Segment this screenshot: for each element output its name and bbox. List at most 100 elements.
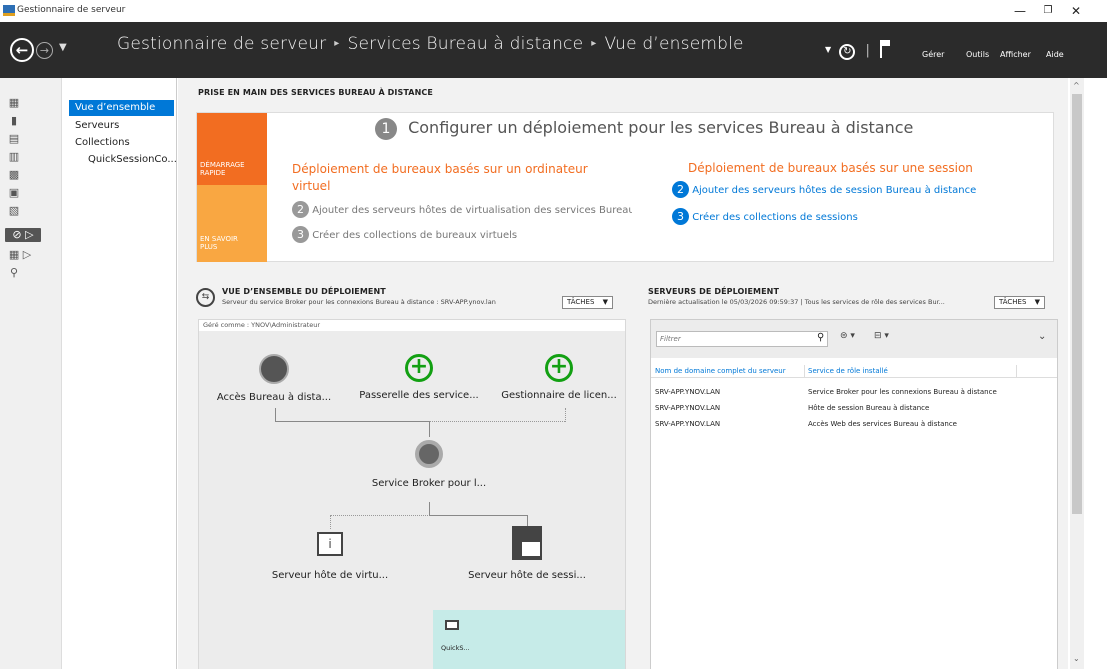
- print-services-icon[interactable]: ▣: [5, 186, 23, 200]
- node-rd-session-host-label: Serveur hôte de sessi...: [468, 570, 586, 581]
- tree-item-quicksession[interactable]: QuickSessionCo...: [82, 152, 177, 168]
- vm-step2-number: 2: [292, 201, 309, 218]
- session-step3-number: 3: [672, 208, 689, 225]
- row-fqdn: SRV-APP.YNOV.LAN: [655, 420, 721, 428]
- deployment-tasks-button[interactable]: TÂCHES ▼: [562, 296, 614, 309]
- deployment-diagram: Géré comme : YNOV\Administrateur Accès B…: [198, 319, 626, 669]
- session-step3: 3 Créer des collections de sessions: [672, 208, 858, 225]
- table-row[interactable]: SRV-APP.YNOV.LAN Service Broker pour les…: [651, 385, 1057, 399]
- local-server-icon[interactable]: ▮: [5, 114, 23, 128]
- session-step2-link[interactable]: Ajouter des serveurs hôtes de session Bu…: [692, 185, 976, 196]
- connector-line: [275, 421, 429, 422]
- header-bar: ← → ▼ Gestionnaire de serveur ▸ Services B…: [0, 22, 1107, 78]
- group-options-icon[interactable]: ⊟ ▾: [874, 331, 889, 341]
- close-button[interactable]: ✕: [1062, 2, 1090, 20]
- menu-outils[interactable]: Outils: [966, 50, 989, 59]
- server-manager-app-icon: [3, 5, 15, 16]
- iis-icon[interactable]: ▩: [5, 168, 23, 182]
- row-fqdn: SRV-APP.YNOV.LAN: [655, 404, 721, 412]
- deployment-icon: ⇆: [196, 288, 215, 307]
- expand-chevron-icon[interactable]: ⌄: [1038, 331, 1046, 342]
- step1-text: Configurer un déploiement pour les servi…: [408, 118, 914, 137]
- servers-subtitle: Dernière actualisation le 05/03/2026 09:…: [648, 298, 945, 306]
- scrollbar-thumb[interactable]: [1072, 94, 1082, 514]
- deployment-subtitle: Serveur du service Broker pour les conne…: [222, 298, 496, 306]
- menu-gerer[interactable]: Gérer: [922, 50, 944, 59]
- deployment-title: VUE D’ENSEMBLE DU DÉPLOIEMENT: [222, 287, 386, 296]
- filter-input[interactable]: [656, 331, 828, 347]
- filter-options-icon[interactable]: ⊜ ▾: [840, 331, 855, 341]
- breadcrumb: Gestionnaire de serveur ▸ Services Bureau …: [117, 34, 744, 54]
- step1-number: 1: [375, 118, 397, 140]
- node-rd-broker[interactable]: Service Broker pour l...: [359, 440, 499, 489]
- session-step3-link[interactable]: Créer des collections de sessions: [692, 212, 858, 223]
- refresh-icon[interactable]: ↻: [839, 44, 856, 60]
- menu-afficher[interactable]: Afficher: [1000, 50, 1031, 59]
- dashboard-icon[interactable]: ▦: [5, 96, 23, 110]
- forward-arrow-icon[interactable]: →: [36, 42, 53, 59]
- table-header: Nom de domaine complet du serveur Servic…: [651, 363, 1057, 378]
- column-divider: [804, 365, 805, 377]
- info-icon: i: [317, 532, 343, 556]
- vm-step3-text[interactable]: Créer des collections de bureaux virtuel…: [312, 230, 517, 241]
- vertical-scrollbar[interactable]: ^ ⌄: [1070, 78, 1084, 669]
- file-services-icon[interactable]: ▥: [5, 150, 23, 164]
- add-plus-icon: +: [405, 354, 433, 382]
- minimize-button[interactable]: —: [1006, 2, 1034, 20]
- tree-item-overview[interactable]: Vue d’ensemble: [69, 100, 174, 116]
- vm-step2-text[interactable]: Ajouter des serveurs hôtes de virtualisa…: [312, 205, 632, 216]
- breadcrumb-rds[interactable]: Services Bureau à distance: [348, 34, 584, 54]
- wsus-icon[interactable]: ▦ ▷: [5, 248, 35, 262]
- node-rd-licensing[interactable]: + Gestionnaire de licen...: [494, 354, 624, 401]
- remote-desktop-services-icon[interactable]: ⊘ ▷: [5, 228, 41, 242]
- all-servers-icon[interactable]: ▤: [5, 132, 23, 146]
- table-row[interactable]: SRV-APP.YNOV.LAN Hôte de session Bureau …: [651, 401, 1057, 415]
- servers-tasks-label: TÂCHES: [999, 298, 1027, 306]
- connector-line: [429, 515, 527, 516]
- breadcrumb-server-manager[interactable]: Gestionnaire de serveur: [117, 34, 326, 54]
- connector-line: [429, 421, 430, 437]
- learn-more-tile[interactable]: EN SAVOIR PLUS: [197, 185, 267, 262]
- servers-tasks-button[interactable]: TÂCHES ▼: [994, 296, 1046, 309]
- tree-item-servers[interactable]: Serveurs: [69, 118, 119, 134]
- session-collection-box[interactable]: QuickS...: [433, 610, 625, 669]
- quickstart-tile-label: DÉMARRAGE RAPIDE: [200, 161, 245, 177]
- history-dropdown-icon[interactable]: ▼: [59, 42, 67, 53]
- deployment-overview: ⇆ VUE D’ENSEMBLE DU DÉPLOIEMENT Serveur …: [196, 283, 626, 669]
- column-header-role[interactable]: Service de rôle installé: [808, 367, 888, 375]
- node-rd-web-access[interactable]: Accès Bureau à dista...: [209, 354, 339, 403]
- learn-more-tile-label: EN SAVOIR PLUS: [200, 235, 238, 251]
- row-role: Service Broker pour les connexions Burea…: [808, 388, 997, 396]
- scroll-down-arrow-icon[interactable]: ⌄: [1073, 654, 1080, 663]
- table-row[interactable]: SRV-APP.YNOV.LAN Accès Web des services …: [651, 417, 1057, 431]
- scroll-up-arrow-icon[interactable]: ^: [1073, 81, 1080, 90]
- connector-line: [429, 502, 430, 516]
- collection-icon: [445, 620, 459, 630]
- vm-step2: 2 Ajouter des serveurs hôtes de virtuali…: [292, 201, 632, 218]
- window-titlebar: Gestionnaire de serveur — ❐ ✕: [0, 0, 1107, 22]
- servers-panel: ⚲ ⊜ ▾ ⊟ ▾ ⌄ Nom de domaine complet du se…: [650, 319, 1058, 669]
- quickstart-tile[interactable]: DÉMARRAGE RAPIDE: [197, 113, 267, 185]
- node-rd-virtualization-host[interactable]: i Serveur hôte de virtu...: [265, 532, 395, 581]
- window-title: Gestionnaire de serveur: [17, 5, 126, 15]
- maximize-button[interactable]: ❐: [1034, 2, 1062, 20]
- deployment-tasks-label: TÂCHES: [567, 298, 595, 306]
- tools-icon[interactable]: ⚲: [5, 266, 23, 280]
- search-icon[interactable]: ⚲: [817, 332, 824, 343]
- add-plus-icon: +: [545, 354, 573, 382]
- remote-access-icon[interactable]: ▧: [5, 204, 23, 218]
- node-rd-gateway[interactable]: + Passerelle des service...: [354, 354, 484, 401]
- notifications-flag-icon[interactable]: [879, 40, 892, 58]
- back-arrow-icon[interactable]: ←: [10, 38, 34, 62]
- tree-item-collections[interactable]: Collections: [69, 135, 130, 151]
- nav-icon-bar: ▦ ▮ ▤ ▥ ▩ ▣ ▧ ⊘ ▷ ▦ ▷ ⚲: [0, 78, 62, 669]
- node-rd-broker-label: Service Broker pour l...: [371, 478, 487, 489]
- refresh-dropdown-icon[interactable]: ▼: [825, 45, 831, 54]
- column-header-fqdn[interactable]: Nom de domaine complet du serveur: [655, 367, 805, 375]
- collection-label: QuickS...: [441, 644, 470, 652]
- row-role: Hôte de session Bureau à distance: [808, 404, 930, 412]
- menu-aide[interactable]: Aide: [1046, 50, 1064, 59]
- node-rd-web-access-label: Accès Bureau à dista...: [216, 392, 332, 403]
- node-rd-session-host[interactable]: Serveur hôte de sessi...: [462, 526, 592, 581]
- vm-deployment-title: Déploiement de bureaux basés sur un ordi…: [292, 162, 588, 193]
